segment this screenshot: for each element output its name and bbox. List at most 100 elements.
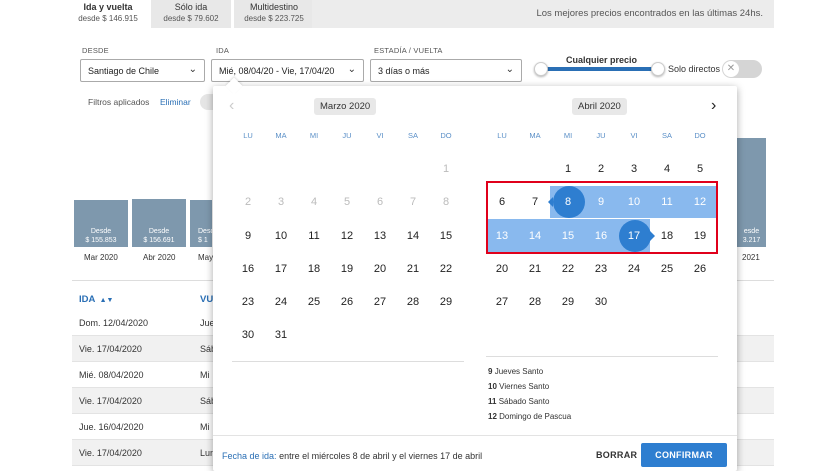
- from-select[interactable]: Santiago de Chile ⌄: [80, 59, 205, 82]
- day-cell-april-29[interactable]: 29: [556, 294, 580, 310]
- day-cell-april-3[interactable]: 3: [622, 161, 646, 177]
- clear-dates-button[interactable]: BORRAR: [596, 450, 637, 460]
- price-slider-max-handle[interactable]: [651, 62, 665, 76]
- bar-label: Desde: [90, 228, 112, 235]
- day-cell-april-30[interactable]: 30: [589, 294, 613, 310]
- dates-value: Mié, 08/04/20 - Vie, 17/04/20: [219, 66, 335, 76]
- holiday-day: 11: [488, 397, 497, 406]
- day-cell-march-21[interactable]: 21: [401, 261, 425, 277]
- tab-round-trip[interactable]: Ida y vuelta desde $ 146.915: [68, 0, 148, 28]
- tab-price: desde $ 146.915: [78, 14, 138, 23]
- day-cell-march-22[interactable]: 22: [434, 261, 458, 277]
- day-cell-april-25[interactable]: 25: [655, 261, 679, 277]
- day-cell-march-19[interactable]: 19: [335, 261, 359, 277]
- day-cell-march-20[interactable]: 20: [368, 261, 392, 277]
- filter-chip[interactable]: [200, 94, 214, 110]
- chart-bar[interactable]: Desde $ 1: [190, 200, 219, 247]
- day-cell-march-7: 7: [409, 196, 417, 208]
- weekday-label: DO: [440, 131, 452, 140]
- column-header-vuelta[interactable]: VU: [200, 294, 213, 305]
- day-cell-march-2: 2: [244, 196, 252, 208]
- day-cell-april-5[interactable]: 5: [688, 161, 712, 177]
- day-cell-march-25[interactable]: 25: [302, 294, 326, 310]
- day-cell-april-24[interactable]: 24: [622, 261, 646, 277]
- day-cell-april-1[interactable]: 1: [556, 161, 580, 177]
- confirm-button[interactable]: CONFIRMAR: [641, 443, 727, 467]
- trip-type-tabs: Ida y vuelta desde $ 146.915 Sólo ida de…: [68, 0, 314, 28]
- bar-label: esde: [743, 228, 760, 235]
- day-cell-march-26[interactable]: 26: [335, 294, 359, 310]
- tab-price: desde $ 223.725: [244, 14, 304, 23]
- footer-divider: [213, 435, 737, 436]
- day-cell-march-16[interactable]: 16: [236, 261, 260, 277]
- tab-label: Ida y vuelta: [83, 2, 133, 12]
- filters-applied-label: Filtros aplicados: [88, 97, 150, 107]
- column-header-ida[interactable]: IDA ▲▼: [79, 294, 113, 305]
- day-cell-april-22[interactable]: 22: [556, 261, 580, 277]
- day-cell-march-1: 1: [442, 163, 450, 175]
- holiday-item: 11 Sábado Santo: [488, 397, 549, 406]
- holiday-day: 12: [488, 412, 497, 421]
- price-slider-min-handle[interactable]: [534, 62, 548, 76]
- weekday-label: JU: [596, 131, 606, 140]
- day-cell-april-26[interactable]: 26: [688, 261, 712, 277]
- month-divider: [232, 361, 464, 362]
- flight-search-page: Ida y vuelta desde $ 146.915 Sólo ida de…: [0, 0, 829, 471]
- weekday-label: LU: [243, 131, 253, 140]
- day-cell-april-21[interactable]: 21: [523, 261, 547, 277]
- bar-month-label: May: [198, 253, 214, 262]
- stay-value: 3 días o más: [378, 66, 430, 76]
- day-cell-march-12[interactable]: 12: [335, 228, 359, 244]
- bar-label: Desde: [148, 228, 170, 235]
- holiday-item: 9 Jueves Santo: [488, 367, 543, 376]
- day-cell-april-20[interactable]: 20: [490, 261, 514, 277]
- bar-label: Desde: [198, 228, 219, 235]
- day-cell-march-27[interactable]: 27: [368, 294, 392, 310]
- stay-label: ESTADÍA / VUELTA: [374, 46, 443, 55]
- summary-text: entre el miércoles 8 de abril y el viern…: [279, 451, 483, 461]
- chart-bar[interactable]: Desde $ 156.691: [132, 199, 186, 247]
- price-slider-track[interactable]: [540, 67, 658, 71]
- clear-filters-link[interactable]: Eliminar: [160, 97, 191, 107]
- day-cell-april-2[interactable]: 2: [589, 161, 613, 177]
- best-prices-note: Los mejores precios encontrados en las ú…: [536, 8, 763, 19]
- day-cell-april-27[interactable]: 27: [490, 294, 514, 310]
- row-vuelta-date: Mi: [200, 370, 210, 380]
- day-cell-march-17[interactable]: 17: [269, 261, 293, 277]
- day-cell-march-10[interactable]: 10: [269, 228, 293, 244]
- day-cell-march-23[interactable]: 23: [236, 294, 260, 310]
- month-divider: [486, 356, 718, 357]
- tab-multi-destination[interactable]: Multidestino desde $ 223.725: [234, 0, 314, 28]
- chevron-right-icon[interactable]: ›: [711, 98, 716, 114]
- day-cell-march-28[interactable]: 28: [401, 294, 425, 310]
- day-cell-march-30[interactable]: 30: [236, 327, 260, 343]
- day-cell-march-11[interactable]: 11: [302, 228, 326, 244]
- day-cell-march-18[interactable]: 18: [302, 261, 326, 277]
- row-ida-date: Vie. 17/04/2020: [79, 448, 142, 458]
- month-title-april: Abril 2020: [572, 98, 627, 115]
- chevron-down-icon: ⌄: [188, 64, 197, 75]
- chart-bar[interactable]: esde 3.217: [737, 138, 766, 247]
- day-cell-march-31[interactable]: 31: [269, 327, 293, 343]
- day-cell-march-29[interactable]: 29: [434, 294, 458, 310]
- day-cell-april-28[interactable]: 28: [523, 294, 547, 310]
- weekday-label: DO: [694, 131, 706, 140]
- day-cell-april-4[interactable]: 4: [655, 161, 679, 177]
- day-cell-april-23[interactable]: 23: [589, 261, 613, 277]
- holiday-item: 12 Domingo de Pascua: [488, 412, 571, 421]
- from-label: DESDE: [82, 46, 109, 55]
- day-cell-march-9[interactable]: 9: [236, 228, 260, 244]
- day-cell-march-24[interactable]: 24: [269, 294, 293, 310]
- chart-bar[interactable]: Desde $ 155.853: [74, 200, 128, 247]
- chevron-down-icon: ⌄: [347, 64, 356, 75]
- row-vuelta-date: Mi: [200, 422, 210, 432]
- holiday-name: Domingo de Pascua: [499, 412, 572, 421]
- chevron-left-icon[interactable]: ‹: [229, 98, 234, 114]
- tab-one-way[interactable]: Sólo ida desde $ 79.602: [151, 0, 231, 28]
- day-cell-march-13[interactable]: 13: [368, 228, 392, 244]
- day-cell-march-15[interactable]: 15: [434, 228, 458, 244]
- stay-select[interactable]: 3 días o más ⌄: [370, 59, 522, 82]
- day-cell-march-14[interactable]: 14: [401, 228, 425, 244]
- direct-only-toggle[interactable]: ✕: [722, 60, 762, 78]
- bar-month-label: Abr 2020: [143, 253, 176, 262]
